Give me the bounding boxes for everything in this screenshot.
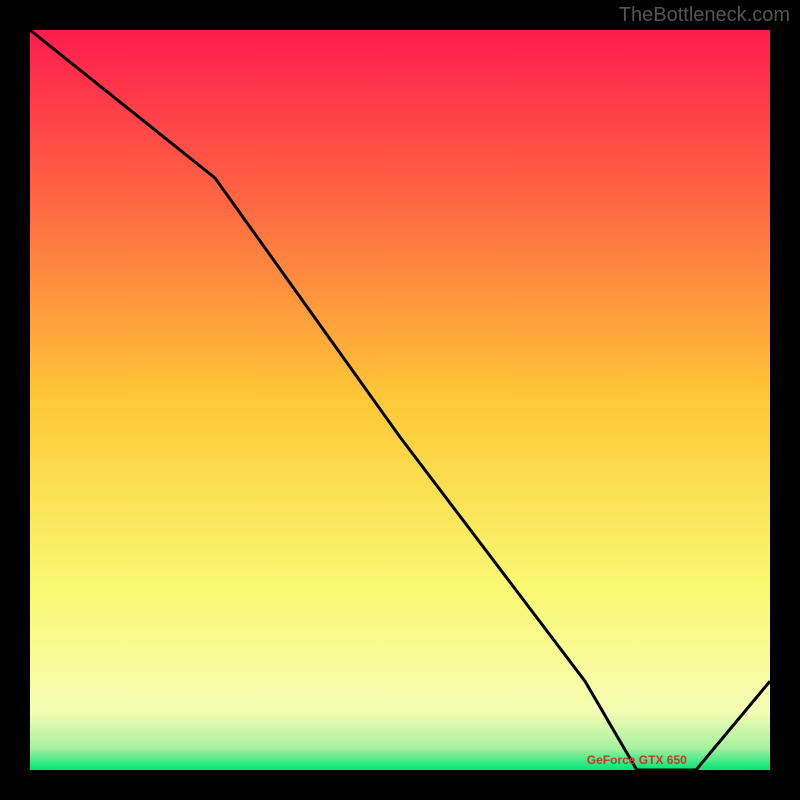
point-annotation: GeForce GTX 650 <box>587 753 687 767</box>
plot-background <box>30 30 770 770</box>
plot-svg: GeForce GTX 650 <box>0 0 800 800</box>
chart-container: TheBottleneck.com GeForce GTX 650 <box>0 0 800 800</box>
